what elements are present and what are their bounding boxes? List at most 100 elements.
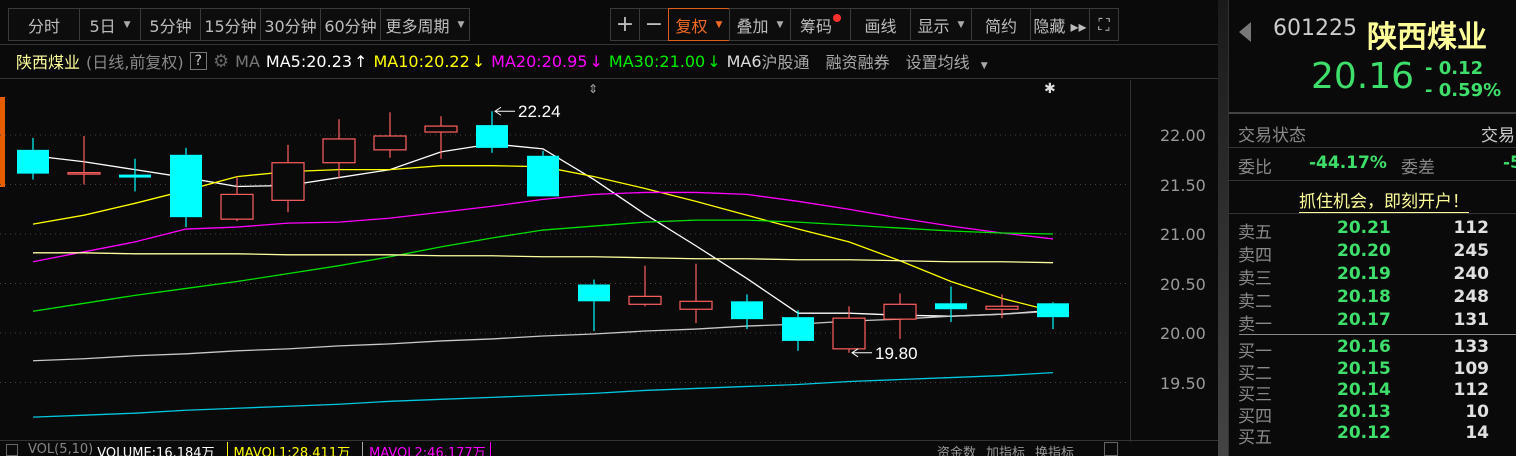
switch-indicator-link[interactable]: 换指标	[1035, 442, 1074, 456]
candle-down	[476, 125, 508, 148]
level-price: 20.20	[1337, 241, 1391, 261]
candle-up	[679, 300, 713, 310]
candle-down	[119, 174, 151, 178]
level-label: 卖三	[1238, 269, 1272, 289]
candle-down	[731, 301, 763, 320]
status-value: 交易	[1481, 126, 1515, 146]
level-label: 卖一	[1238, 315, 1272, 335]
level-label: 买五	[1238, 428, 1272, 448]
level-volume: 245	[1453, 241, 1490, 261]
candle-up	[424, 125, 458, 133]
y-tick: 20.00	[1160, 324, 1206, 343]
candle-up	[628, 295, 662, 305]
fund-count-link[interactable]: 资金数	[937, 442, 976, 456]
candle-up	[373, 135, 407, 151]
bid-row[interactable]: 买二 20.15 109	[1229, 358, 1516, 384]
price-change-pct: - 0.59%	[1425, 80, 1502, 101]
y-tick: 21.00	[1160, 225, 1206, 244]
ma-line-ma250	[32, 371, 1054, 418]
level-volume: 240	[1453, 264, 1490, 284]
price-change: - 0.12	[1425, 58, 1484, 79]
back-arrow-icon[interactable]	[1239, 22, 1251, 42]
wc-value: -5	[1503, 153, 1516, 173]
divider	[1229, 147, 1516, 148]
volume-indicator-row: VOL(5,10) VOLUME:16.184万 MAVOL1:28.411万 …	[0, 442, 1218, 456]
divider	[1229, 213, 1516, 214]
level-price: 20.16	[1337, 337, 1391, 357]
ask-row[interactable]: 卖四 20.20 245	[1229, 241, 1516, 266]
low-price-label: 19.80	[875, 344, 918, 363]
panel-splitter[interactable]	[1218, 0, 1228, 456]
level-price: 20.17	[1337, 310, 1391, 330]
bid-row[interactable]: 买五 20.12 14	[1229, 423, 1516, 448]
candle-up	[832, 317, 866, 350]
level-volume: 133	[1453, 337, 1490, 357]
bid-row[interactable]: 买四 20.13 10	[1229, 401, 1516, 427]
level-label: 卖五	[1238, 223, 1272, 243]
wb-label: 委比	[1238, 158, 1272, 178]
y-tick: 19.50	[1160, 374, 1206, 393]
candle-up	[985, 305, 1019, 310]
level-price: 20.19	[1337, 264, 1391, 284]
ask-bid-divider	[1239, 334, 1516, 335]
wc-label: 委差	[1401, 158, 1435, 178]
y-tick: 20.50	[1160, 275, 1206, 294]
ask-row[interactable]: 卖三 20.19 240	[1229, 264, 1516, 289]
candle-down	[527, 155, 559, 197]
status-label: 交易状态	[1238, 126, 1306, 146]
settings-star-icon[interactable]: ✱	[1044, 81, 1056, 97]
axis-divider	[1130, 80, 1131, 442]
level-label: 卖四	[1238, 246, 1272, 266]
high-price-label: 22.24	[518, 102, 561, 121]
candle-up	[271, 162, 305, 201]
wb-value: -44.17%	[1309, 153, 1387, 173]
stock-code: 601225	[1273, 16, 1357, 41]
add-indicator-link[interactable]: 加指标	[986, 442, 1025, 456]
level-volume: 10	[1465, 401, 1489, 422]
bid-row[interactable]: 买一 20.16 133	[1229, 337, 1516, 362]
candle-up	[220, 193, 254, 220]
level-volume: 112	[1453, 380, 1490, 400]
level-volume: 14	[1465, 423, 1489, 443]
divider	[1229, 112, 1516, 114]
level-volume: 248	[1453, 287, 1490, 307]
candle-down	[17, 149, 49, 174]
candle-up	[322, 138, 356, 164]
y-tick: 21.50	[1160, 176, 1206, 195]
bid-row[interactable]: 买三 20.14 112	[1229, 380, 1516, 405]
level-price: 20.14	[1337, 380, 1391, 400]
y-tick: 22.00	[1160, 126, 1206, 145]
level-label: 卖二	[1238, 292, 1272, 312]
candle-down	[578, 284, 610, 302]
level-volume: 112	[1453, 218, 1490, 238]
expand-icon[interactable]	[1104, 442, 1118, 456]
ma-line-ma60	[33, 252, 1054, 264]
quote-panel: 601225 陕西煤业 20.16 - 0.12 - 0.59% 交易状态 交易…	[1228, 0, 1516, 456]
level-price: 20.18	[1337, 287, 1391, 307]
level-price: 20.13	[1337, 401, 1391, 422]
candle-up	[883, 303, 917, 320]
ask-row[interactable]: 卖五 20.21 112	[1229, 218, 1516, 243]
candle-up	[67, 172, 101, 175]
ask-row[interactable]: 卖二 20.18 248	[1229, 287, 1516, 312]
candle-down	[935, 303, 967, 310]
candle-down	[1037, 303, 1069, 318]
open-account-link[interactable]: 抓住机会，即刻开户！	[1299, 187, 1469, 213]
divider	[1229, 180, 1516, 181]
level-volume: 131	[1453, 310, 1490, 330]
level-price: 20.15	[1337, 358, 1391, 379]
collapse-icon[interactable]	[6, 444, 18, 456]
volume-value: VOLUME:16.184万	[97, 446, 215, 456]
stock-name: 陕西煤业	[1367, 20, 1487, 55]
level-price: 20.21	[1337, 218, 1391, 238]
drag-handle-icon[interactable]: ⇕	[588, 82, 598, 96]
divider	[0, 440, 1218, 441]
level-price: 20.12	[1337, 423, 1391, 443]
vol-label: VOL(5,10)	[28, 442, 94, 456]
candle-down	[782, 317, 814, 341]
kline-chart[interactable]: 22.24 19.80	[0, 0, 1130, 440]
level-volume: 109	[1453, 358, 1490, 379]
ask-row[interactable]: 卖一 20.17 131	[1229, 310, 1516, 335]
mavol2-value: MAVOL2:46.177万	[362, 442, 491, 456]
candle-down	[170, 154, 202, 218]
